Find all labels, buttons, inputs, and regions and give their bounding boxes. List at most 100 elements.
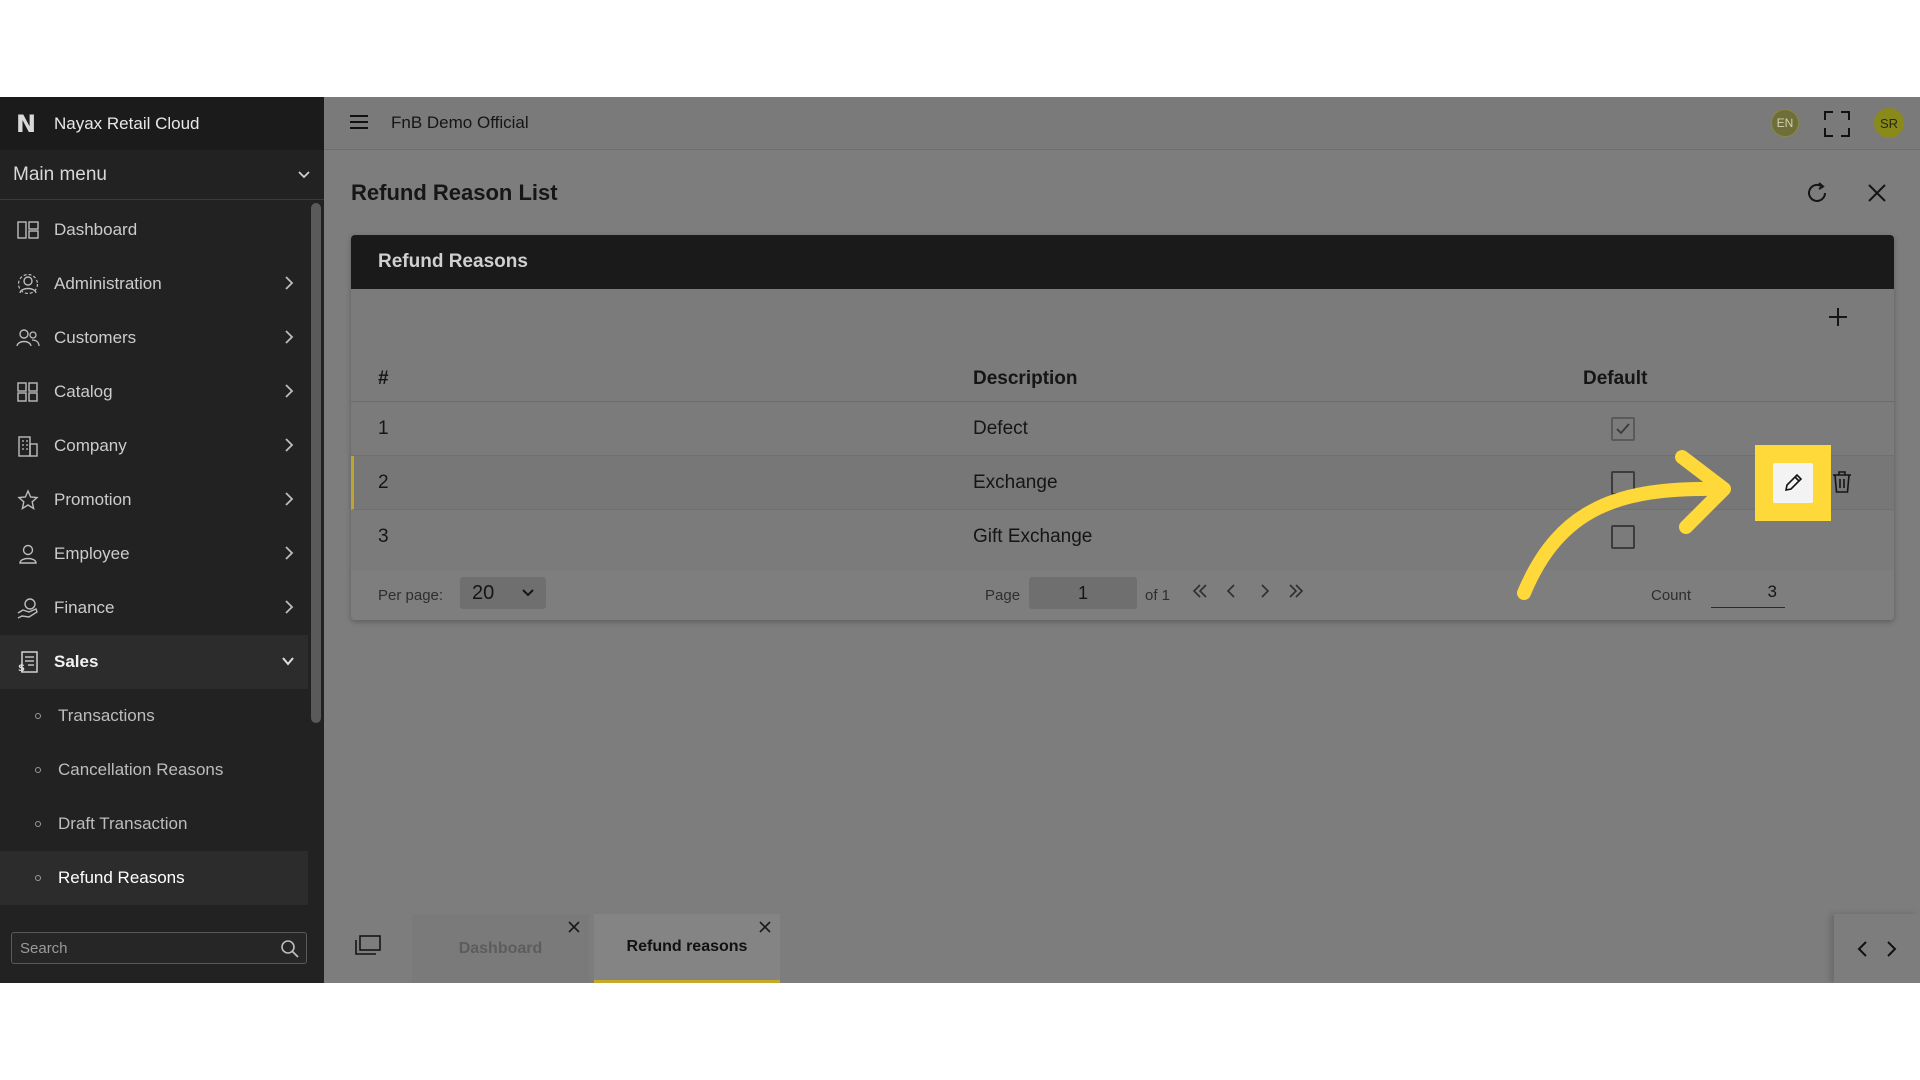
sidebar-item-label: Administration xyxy=(54,274,162,293)
sidebar-item-customers[interactable]: Customers xyxy=(0,311,308,365)
person-icon xyxy=(16,542,40,566)
sidebar-subitem-label: Cancellation Reasons xyxy=(58,760,224,779)
star-icon xyxy=(16,488,40,512)
chevron-down-icon xyxy=(298,170,310,178)
sidebar-subitem-transactions[interactable]: Transactions xyxy=(0,689,308,743)
building-icon xyxy=(16,434,40,458)
sidebar-item-administration[interactable]: Administration xyxy=(0,257,308,311)
column-header-description[interactable]: Description xyxy=(973,368,1078,390)
bullet-icon xyxy=(35,767,41,773)
sales-icon: $ xyxy=(16,650,40,674)
sidebar-item-catalog[interactable]: Catalog xyxy=(0,365,308,419)
chevron-right-icon xyxy=(285,438,294,452)
sidebar-subitem-label: Refund Reasons xyxy=(58,868,185,887)
row-number: 2 xyxy=(378,472,389,493)
default-checkbox[interactable] xyxy=(1611,417,1635,441)
sidebar-item-promotion[interactable]: Promotion xyxy=(0,473,308,527)
tab-scroll-nav xyxy=(1834,914,1920,983)
sidebar-subitem-draft-transaction[interactable]: Draft Transaction xyxy=(0,797,308,851)
svg-text:$: $ xyxy=(18,663,25,674)
sidebar-item-company[interactable]: Company xyxy=(0,419,308,473)
hamburger-menu-icon[interactable] xyxy=(349,113,369,131)
chevron-right-icon xyxy=(285,600,294,614)
sidebar-item-dashboard[interactable]: Dashboard xyxy=(0,203,308,257)
windows-icon[interactable] xyxy=(354,934,382,956)
chevron-right-icon xyxy=(285,384,294,398)
sidebar-item-label: Catalog xyxy=(54,382,113,401)
sidebar-item-label: Company xyxy=(54,436,127,455)
tab-label: Dashboard xyxy=(458,939,543,957)
per-page-label: Per page: xyxy=(378,587,444,604)
prev-page-icon[interactable] xyxy=(1223,582,1241,600)
sidebar-item-sales[interactable]: $ Sales xyxy=(0,635,308,689)
gear-user-icon xyxy=(16,272,40,296)
sidebar-search-input[interactable] xyxy=(12,933,262,963)
chevron-left-icon[interactable] xyxy=(1856,939,1870,959)
row-description: Gift Exchange xyxy=(973,526,1093,547)
app-name: Nayax Retail Cloud xyxy=(54,113,200,133)
brand: N Nayax Retail Cloud xyxy=(0,97,324,150)
main-menu-label: Main menu xyxy=(13,163,107,185)
edit-button[interactable] xyxy=(1773,463,1813,503)
sidebar: N Nayax Retail Cloud Main menu Dashboard… xyxy=(0,97,324,983)
fullscreen-icon[interactable] xyxy=(1824,111,1850,137)
chevron-right-icon xyxy=(285,276,294,290)
grid-icon xyxy=(16,380,40,404)
nayax-logo-icon: N xyxy=(16,109,37,138)
per-page-select[interactable]: 20 xyxy=(460,577,546,609)
row-number: 3 xyxy=(378,526,389,547)
pencil-icon xyxy=(1784,473,1803,492)
page-total-label: of 1 xyxy=(1145,587,1171,604)
sidebar-search xyxy=(11,932,307,964)
dashboard-icon xyxy=(16,218,40,242)
tab-dashboard[interactable]: Dashboard xyxy=(412,914,589,983)
next-page-icon[interactable] xyxy=(1255,582,1273,600)
column-header-number[interactable]: # xyxy=(378,368,389,390)
sidebar-item-label: Promotion xyxy=(54,490,132,509)
trash-icon[interactable] xyxy=(1831,470,1853,494)
panel-title: Refund Reasons xyxy=(351,235,1894,289)
close-icon[interactable] xyxy=(758,920,772,934)
chevron-down-icon xyxy=(282,657,294,666)
first-page-icon[interactable] xyxy=(1191,582,1209,600)
users-icon xyxy=(16,326,40,350)
chevron-right-icon[interactable] xyxy=(1884,939,1898,959)
last-page-icon[interactable] xyxy=(1287,582,1305,600)
sidebar-item-employee[interactable]: Employee xyxy=(0,527,308,581)
sidebar-subitem-cancellation-reasons[interactable]: Cancellation Reasons xyxy=(0,743,308,797)
close-icon[interactable] xyxy=(1866,182,1888,204)
chevron-right-icon xyxy=(285,546,294,560)
top-bar: FnB Demo Official EN SR xyxy=(324,97,1920,150)
row-description: Exchange xyxy=(973,472,1058,493)
sidebar-item-label: Employee xyxy=(54,544,130,563)
sidebar-subitem-label: Draft Transaction xyxy=(58,814,188,833)
user-avatar[interactable]: SR xyxy=(1874,108,1904,138)
chevron-right-icon xyxy=(285,330,294,344)
sidebar-item-finance[interactable]: Finance xyxy=(0,581,308,635)
tab-label: Refund reasons xyxy=(626,938,748,955)
page-label: Page xyxy=(985,587,1021,604)
sidebar-subitem-refund-reasons[interactable]: Refund Reasons xyxy=(0,851,308,905)
chevron-right-icon xyxy=(285,492,294,506)
refresh-icon[interactable] xyxy=(1805,181,1829,205)
close-icon[interactable] xyxy=(567,920,581,934)
add-icon[interactable] xyxy=(1826,305,1850,329)
search-icon[interactable] xyxy=(280,939,300,959)
checkmark-icon xyxy=(1616,423,1630,435)
app-screen: N Nayax Retail Cloud Main menu Dashboard… xyxy=(0,97,1920,983)
main-menu-toggle[interactable]: Main menu xyxy=(0,150,324,200)
sidebar-item-label: Dashboard xyxy=(54,220,138,239)
sidebar-subitem-label: Transactions xyxy=(58,706,155,725)
row-number: 1 xyxy=(378,418,389,439)
tab-refund-reasons[interactable]: Refund reasons xyxy=(594,914,780,983)
company-name: FnB Demo Official xyxy=(391,113,529,132)
bullet-icon xyxy=(35,821,41,827)
sidebar-scrollbar[interactable] xyxy=(311,203,321,723)
annotation-arrow-icon xyxy=(1517,450,1731,600)
page-title: Refund Reason List xyxy=(351,180,558,205)
sidebar-item-label: Finance xyxy=(54,598,115,617)
chevron-down-icon xyxy=(522,589,534,597)
column-header-default[interactable]: Default xyxy=(1583,368,1647,390)
page-number-input[interactable]: 1 xyxy=(1029,577,1137,609)
language-switcher[interactable]: EN xyxy=(1771,109,1799,137)
